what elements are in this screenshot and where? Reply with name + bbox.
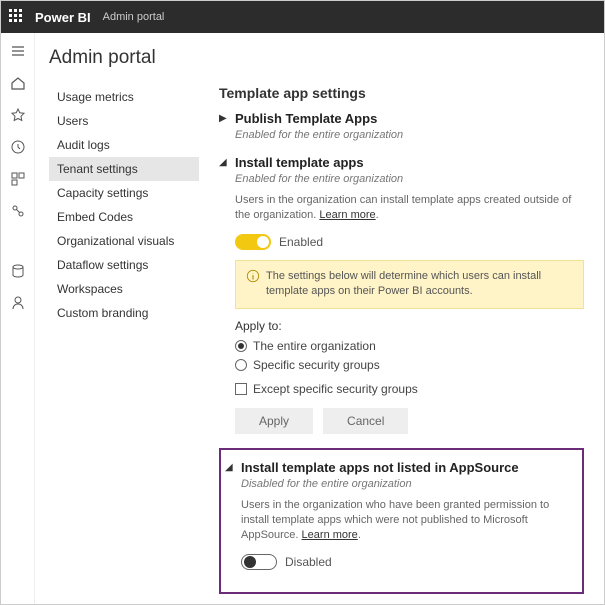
- install-not-listed-section: ◢ Install template apps not listed in Ap…: [225, 460, 572, 570]
- section-heading: Template app settings: [219, 85, 584, 101]
- apps-icon[interactable]: [10, 171, 26, 187]
- not-listed-toggle-label: Disabled: [285, 555, 332, 569]
- settings-nav: Usage metricsUsersAudit logsTenant setti…: [49, 85, 199, 604]
- checkbox-except-groups[interactable]: Except specific security groups: [235, 382, 584, 396]
- install-enabled-toggle[interactable]: [235, 234, 271, 250]
- apply-button[interactable]: Apply: [235, 408, 313, 434]
- not-listed-disabled-toggle[interactable]: [241, 554, 277, 570]
- install-title: Install template apps: [235, 155, 364, 170]
- clock-icon[interactable]: [10, 139, 26, 155]
- nav-item-workspaces[interactable]: Workspaces: [49, 277, 199, 301]
- not-listed-expand-header[interactable]: ◢ Install template apps not listed in Ap…: [225, 460, 572, 476]
- star-icon[interactable]: [10, 107, 26, 123]
- radio-icon: [235, 359, 247, 371]
- not-listed-description: Users in the organization who have been …: [241, 498, 572, 544]
- nav-item-capacity-settings[interactable]: Capacity settings: [49, 181, 199, 205]
- app-launcher-icon[interactable]: [9, 9, 25, 25]
- learn-more-link[interactable]: Learn more: [319, 209, 375, 221]
- install-subtitle: Enabled for the entire organization: [235, 173, 584, 185]
- install-toggle-label: Enabled: [279, 235, 323, 249]
- learn-more-link[interactable]: Learn more: [302, 529, 358, 541]
- radio-icon: [235, 340, 247, 352]
- radio-entire-org[interactable]: The entire organization: [235, 339, 584, 353]
- home-icon[interactable]: [10, 75, 26, 91]
- share-icon[interactable]: [10, 203, 26, 219]
- install-template-apps-section: ◢ Install template apps Enabled for the …: [219, 155, 584, 434]
- not-listed-highlight: ◢ Install template apps not listed in Ap…: [219, 448, 584, 594]
- data-icon[interactable]: [10, 263, 26, 279]
- nav-item-audit-logs[interactable]: Audit logs: [49, 133, 199, 157]
- nav-item-embed-codes[interactable]: Embed Codes: [49, 205, 199, 229]
- info-icon: [246, 269, 260, 283]
- apply-to-label: Apply to:: [235, 319, 584, 333]
- chevron-down-icon: ◢: [219, 155, 229, 171]
- nav-item-users[interactable]: Users: [49, 109, 199, 133]
- top-bar: Power BI Admin portal: [1, 1, 604, 33]
- chevron-right-icon: ▶: [219, 111, 229, 127]
- nav-item-organizational-visuals[interactable]: Organizational visuals: [49, 229, 199, 253]
- nav-item-tenant-settings[interactable]: Tenant settings: [49, 157, 199, 181]
- install-expand-header[interactable]: ◢ Install template apps: [219, 155, 584, 171]
- brand-label: Power BI: [35, 10, 91, 25]
- nav-item-usage-metrics[interactable]: Usage metrics: [49, 85, 199, 109]
- checkbox-icon: [235, 383, 247, 395]
- nav-item-dataflow-settings[interactable]: Dataflow settings: [49, 253, 199, 277]
- nav-rail: [1, 33, 35, 604]
- page-title: Admin portal: [49, 47, 584, 69]
- radio-specific-groups[interactable]: Specific security groups: [235, 358, 584, 372]
- not-listed-subtitle: Disabled for the entire organization: [241, 478, 572, 490]
- not-listed-title: Install template apps not listed in AppS…: [241, 460, 519, 475]
- menu-icon[interactable]: [10, 43, 26, 59]
- nav-item-custom-branding[interactable]: Custom branding: [49, 301, 199, 325]
- publish-template-apps-section: ▶ Publish Template Apps Enabled for the …: [219, 111, 584, 141]
- publish-subtitle: Enabled for the entire organization: [235, 129, 584, 141]
- install-info-banner: The settings below will determine which …: [235, 260, 584, 309]
- publish-title: Publish Template Apps: [235, 111, 377, 126]
- cancel-button[interactable]: Cancel: [323, 408, 408, 434]
- user-icon[interactable]: [10, 295, 26, 311]
- breadcrumb: Admin portal: [103, 11, 165, 23]
- install-description: Users in the organization can install te…: [235, 193, 584, 224]
- publish-expand-header[interactable]: ▶ Publish Template Apps: [219, 111, 584, 127]
- chevron-down-icon: ◢: [225, 460, 235, 476]
